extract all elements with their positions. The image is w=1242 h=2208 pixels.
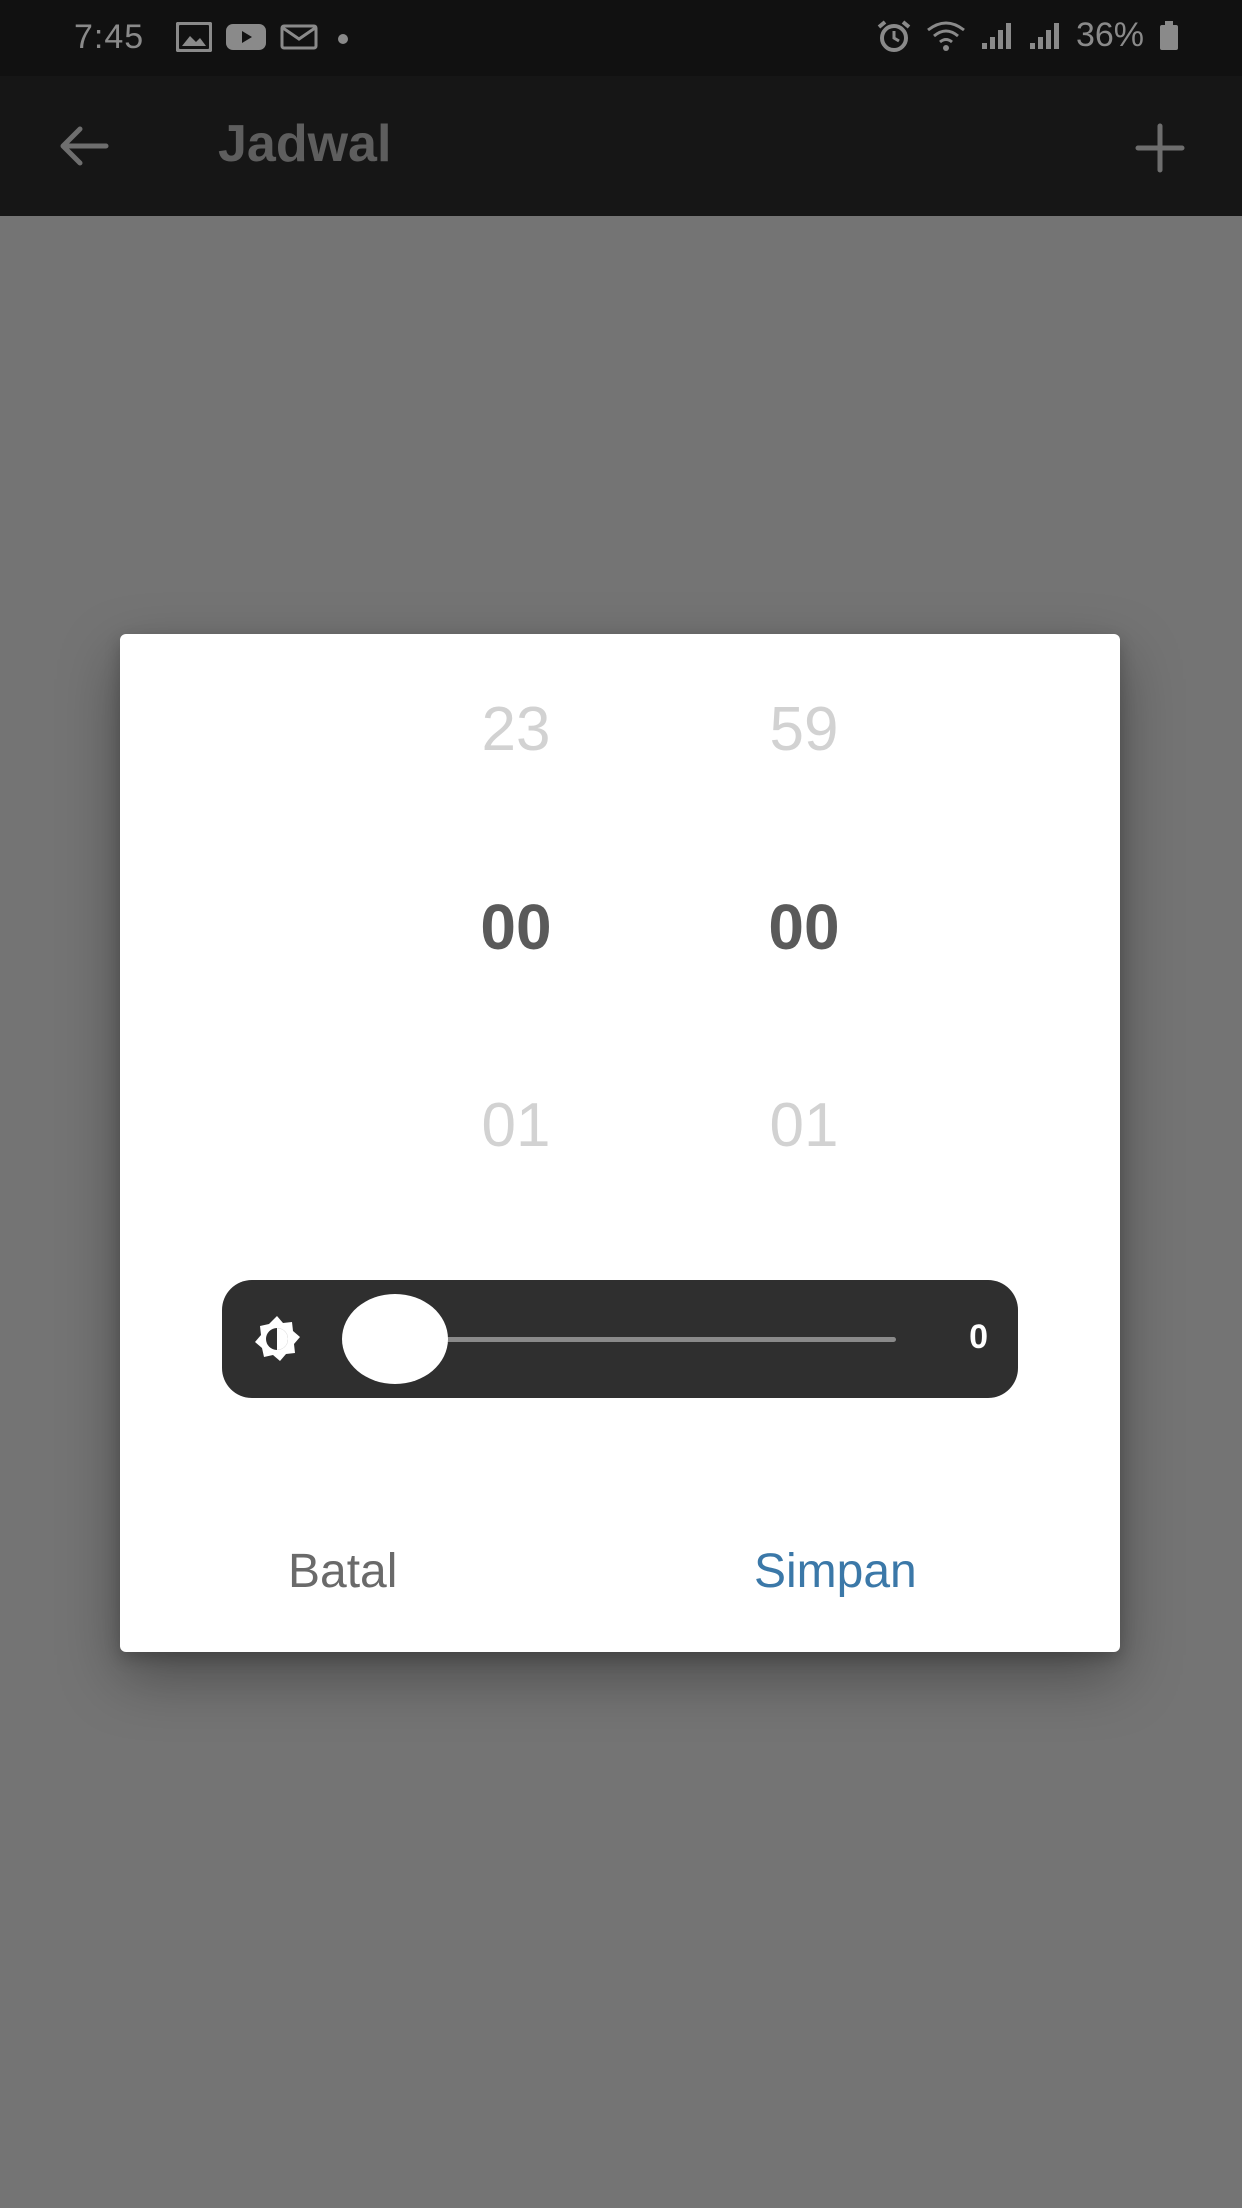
battery-icon [1160,20,1178,50]
save-button[interactable]: Simpan [754,1544,917,1599]
cancel-button[interactable]: Batal [288,1544,397,1599]
status-time: 7:45 [74,18,145,56]
app-bar: Jadwal [0,76,1242,216]
status-system-icons: 36% [876,16,1180,55]
slider-thumb[interactable] [342,1294,448,1384]
status-bar: 7:45 36% [0,0,1242,76]
hour-next-value[interactable]: 01 [416,1090,616,1161]
dot-icon [338,34,348,44]
slider-track[interactable] [382,1337,896,1342]
minute-prev-value[interactable]: 59 [704,694,904,765]
plus-icon[interactable] [1130,118,1190,178]
brightness-slider[interactable]: 0 [222,1280,1018,1398]
signal-icon [1029,22,1059,49]
wifi-icon [927,21,965,51]
minute-next-value[interactable]: 01 [704,1090,904,1161]
screen: 7:45 36% Jadwal 23 00 01 59 00 01 0 Bata… [0,0,1242,2208]
hour-selected-value[interactable]: 00 [416,890,616,964]
hour-prev-value[interactable]: 23 [416,694,616,765]
minute-selected-value[interactable]: 00 [704,890,904,964]
arrow-left-icon[interactable] [52,114,116,178]
time-picker-dialog: 23 00 01 59 00 01 0 Batal Simpan [120,634,1120,1652]
page-title: Jadwal [218,115,392,173]
mail-icon [280,24,318,50]
battery-percent: 36% [1075,16,1144,54]
youtube-icon [226,24,266,50]
image-icon [176,22,212,52]
status-notification-icons [176,22,354,52]
brightness-value: 0 [969,1318,988,1356]
alarm-icon [877,19,911,52]
brightness-icon [255,1316,300,1361]
signal-icon [981,22,1011,49]
